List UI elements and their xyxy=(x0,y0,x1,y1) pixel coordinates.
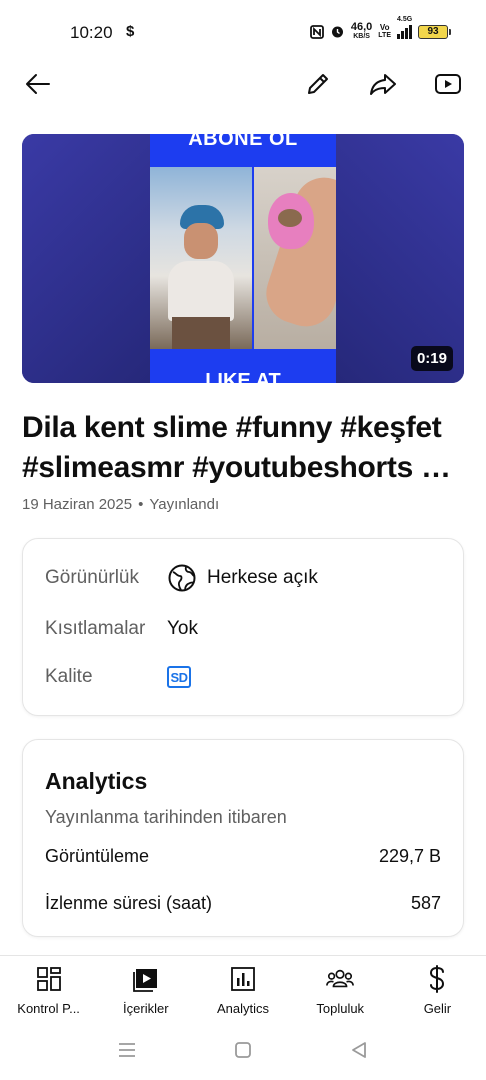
net-speed-unit: KB/S xyxy=(353,33,370,40)
restrictions-row[interactable]: Kısıtlamalar Yok xyxy=(45,618,198,640)
publish-date: 19 Haziran 2025 xyxy=(22,496,133,513)
thumbnail-person-image xyxy=(150,167,252,349)
nav-label-dashboard: Kontrol P... xyxy=(17,1001,80,1016)
nav-item-analytics[interactable]: Analytics xyxy=(194,956,291,1025)
top-app-bar xyxy=(0,64,486,104)
views-value: 229,7 B xyxy=(378,846,441,866)
nav-item-dashboard[interactable]: Kontrol P... xyxy=(0,956,97,1025)
visibility-label: Görünürlük xyxy=(45,567,139,588)
analytics-subtitle: Yayınlanma tarihinden itibaren xyxy=(45,807,287,827)
video-title-line-2: #slimeasmr #youtubeshorts … xyxy=(22,451,451,484)
analytics-card[interactable]: Analytics Yayınlanma tarihinden itibaren… xyxy=(22,739,464,937)
nav-item-earn[interactable]: Gelir xyxy=(389,956,486,1025)
globe-icon xyxy=(168,564,196,592)
nav-label-content: İçerikler xyxy=(123,1001,169,1016)
youtube-open-icon[interactable] xyxy=(430,66,466,102)
system-navigation-bar xyxy=(0,1025,486,1080)
signal-type: 4.5G xyxy=(397,15,413,23)
volte-bottom: LTE xyxy=(378,32,391,39)
menu-icon[interactable] xyxy=(117,1041,137,1064)
money-status-icon: $ xyxy=(126,23,135,40)
nav-item-community[interactable]: Topluluk xyxy=(292,956,389,1025)
share-icon[interactable] xyxy=(365,66,401,102)
watch-time-label: İzlenme süresi (saat) xyxy=(45,893,213,913)
back-arrow-icon[interactable] xyxy=(20,66,56,102)
analytics-views-row: Görüntüleme 229,7 B xyxy=(45,846,441,867)
thumbnail-slime-image xyxy=(254,167,336,349)
video-meta: 19 Haziran 2025 • Yayınlandı xyxy=(22,496,219,513)
restrictions-value: Yok xyxy=(167,618,198,639)
signal-icon: 4.5G xyxy=(397,16,412,39)
nav-item-content[interactable]: İçerikler xyxy=(97,956,194,1025)
home-icon[interactable] xyxy=(233,1040,253,1065)
meta-separator: • xyxy=(138,496,144,513)
volte-top: Vo xyxy=(379,23,390,32)
views-label: Görüntüleme xyxy=(45,846,150,866)
analytics-icon xyxy=(229,965,257,993)
publish-status: Yayınlandı xyxy=(149,496,220,513)
back-triangle-icon[interactable] xyxy=(349,1040,369,1065)
net-speed-value: 46,0 xyxy=(350,21,373,33)
edit-pencil-icon[interactable] xyxy=(300,66,336,102)
nav-label-earn: Gelir xyxy=(423,1001,452,1016)
analytics-watchtime-row: İzlenme süresi (saat) 587 xyxy=(45,893,441,914)
visibility-row[interactable]: Görünürlük Herkese açık xyxy=(45,563,318,593)
thumbnail-blur-left xyxy=(22,134,150,383)
content-icon xyxy=(132,965,160,993)
battery-icon: 93 xyxy=(418,24,451,39)
status-bar: 10:20 $ 46,0 KB/S Vo LTE 4.5G 93 xyxy=(0,0,486,64)
bottom-navigation: Kontrol P... İçerikler Analytics Toplulu… xyxy=(0,955,486,1025)
status-time: 10:20 xyxy=(70,23,113,42)
analytics-title: Analytics xyxy=(45,768,148,794)
earn-icon xyxy=(423,965,451,993)
video-thumbnail[interactable]: ABONE OL LIKE AT 0:19 xyxy=(22,134,464,383)
thumbnail-frame: ABONE OL LIKE AT xyxy=(150,134,336,383)
quality-label: Kalite xyxy=(45,666,93,687)
community-icon xyxy=(326,965,355,993)
video-title: Dila kent slime #funny #keşfet #slimeasm… xyxy=(22,408,468,488)
nfc-icon xyxy=(309,24,324,39)
duration-badge: 0:19 xyxy=(410,346,453,371)
volte-indicator: Vo LTE xyxy=(378,23,391,40)
thumbnail-top-text: ABONE OL xyxy=(188,134,298,150)
thumbnail-bottom-text: LIKE AT xyxy=(205,370,281,383)
dashboard-icon xyxy=(35,965,63,993)
nav-label-community: Topluluk xyxy=(316,1001,365,1016)
sd-quality-icon: SD xyxy=(167,666,191,688)
alarm-icon xyxy=(331,26,343,38)
video-details-card: Görünürlük Herkese açık Kısıtlamalar Yok… xyxy=(22,538,464,716)
quality-row: Kalite SD xyxy=(45,666,191,688)
nav-label-analytics: Analytics xyxy=(216,1001,270,1016)
net-speed: 46,0 KB/S xyxy=(351,22,372,41)
status-icons: 46,0 KB/S Vo LTE 4.5G 93 xyxy=(309,16,451,41)
video-title-line-1: Dila kent slime #funny #keşfet xyxy=(22,411,442,444)
watch-time-value: 587 xyxy=(410,893,441,913)
visibility-value: Herkese açık xyxy=(207,567,318,588)
restrictions-label: Kısıtlamalar xyxy=(45,618,146,639)
